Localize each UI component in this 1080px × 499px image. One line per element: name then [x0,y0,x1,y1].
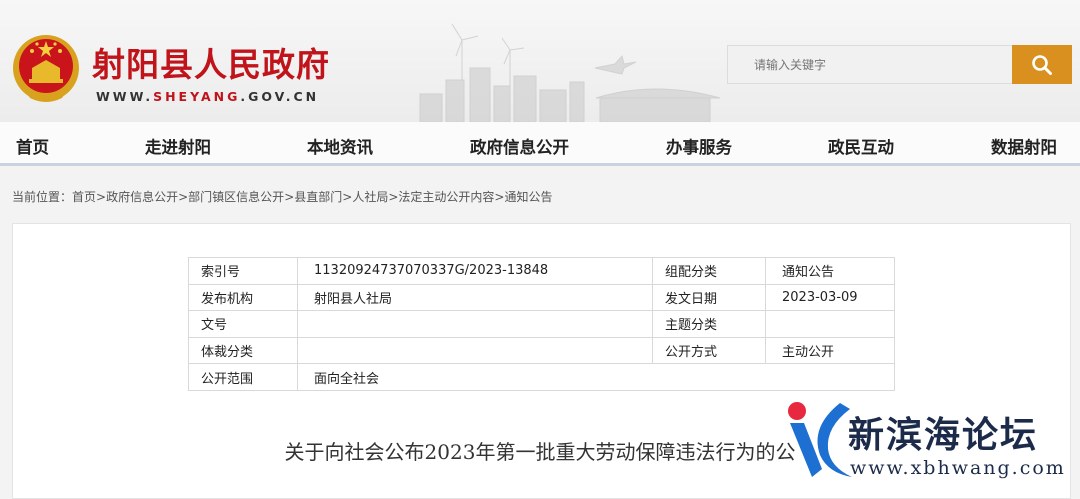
meta-key: 公开方式 [652,336,766,365]
breadcrumb-separator: > [388,190,399,204]
domain-suffix: .GOV.CN [240,89,320,104]
breadcrumb-prefix: 当前位置： [12,190,73,204]
table-row: 公开范围 面向全社会 [188,363,895,391]
meta-key: 文号 [188,310,298,338]
meta-value [765,310,895,338]
table-row: 索引号 11320924737070337G/2023-13848 组配分类 通… [188,257,895,285]
meta-key: 组配分类 [652,257,766,285]
breadcrumb-separator: > [96,190,107,204]
search-button[interactable] [1012,45,1072,84]
nav-item-gov-info[interactable]: 政府信息公开 [470,134,569,158]
breadcrumb-item[interactable]: 县直部门 [294,190,342,204]
breadcrumb-separator: > [178,190,189,204]
meta-value [297,310,653,338]
meta-value: 射阳县人社局 [297,283,653,312]
nav-item-home[interactable]: 首页 [16,134,49,158]
breadcrumb-item[interactable]: 人社局 [352,190,388,204]
meta-value: 2023-03-09 [765,283,895,312]
meta-value: 通知公告 [765,257,895,285]
site-title: 射阳县人民政府 [92,45,330,84]
nav-item-interaction[interactable]: 政民互动 [828,134,894,158]
watermark-text: 新滨海论坛 [848,415,1039,456]
meta-key: 体裁分类 [188,336,298,365]
nav-item-about[interactable]: 走进射阳 [145,134,211,158]
breadcrumb-item[interactable]: 法定主动公开内容 [398,190,494,204]
search-input[interactable] [728,46,1012,83]
nav-item-news[interactable]: 本地资讯 [307,134,373,158]
national-emblem-icon [13,35,79,102]
watermark-url: www.xbhwang.com [850,457,1066,479]
document-meta-table: 索引号 11320924737070337G/2023-13848 组配分类 通… [188,257,895,391]
meta-value [297,336,653,365]
city-skyline-illustration [419,23,721,122]
meta-value: 11320924737070337G/2023-13848 [297,257,653,285]
table-row: 体裁分类 公开方式 主动公开 [188,336,895,365]
breadcrumb: 当前位置：首页>政府信息公开>部门镇区信息公开>县直部门>人社局>法定主动公开内… [12,188,553,205]
search-box [727,45,1013,84]
breadcrumb-item[interactable]: 通知公告 [504,190,552,204]
domain-prefix: WWW. [96,89,154,104]
breadcrumb-separator: > [494,190,505,204]
site-header: 射阳县人民政府 WWW.SHEYANG.GOV.CN [0,0,1080,122]
breadcrumb-separator: > [284,190,295,204]
table-row: 文号 主题分类 [188,310,895,338]
breadcrumb-separator: > [342,190,353,204]
nav-item-data[interactable]: 数据射阳 [991,134,1057,158]
meta-key: 公开范围 [188,363,298,391]
table-row: 发布机构 射阳县人社局 发文日期 2023-03-09 [188,283,895,312]
site-domain: WWW.SHEYANG.GOV.CN [96,89,319,104]
meta-key: 发文日期 [652,283,766,312]
main-nav: 首页 走进射阳 本地资讯 政府信息公开 办事服务 政民互动 数据射阳 [0,122,1080,166]
breadcrumb-item[interactable]: 首页 [72,190,96,204]
nav-item-services[interactable]: 办事服务 [666,134,732,158]
meta-key: 索引号 [188,257,298,285]
breadcrumb-item[interactable]: 政府信息公开 [106,190,178,204]
breadcrumb-item[interactable]: 部门镇区信息公开 [188,190,284,204]
meta-value: 面向全社会 [297,363,895,391]
meta-key: 主题分类 [652,310,766,338]
meta-key: 发布机构 [188,283,298,312]
search-icon [1032,54,1052,75]
meta-value: 主动公开 [765,336,895,365]
domain-highlight: SHEYANG [153,89,241,104]
